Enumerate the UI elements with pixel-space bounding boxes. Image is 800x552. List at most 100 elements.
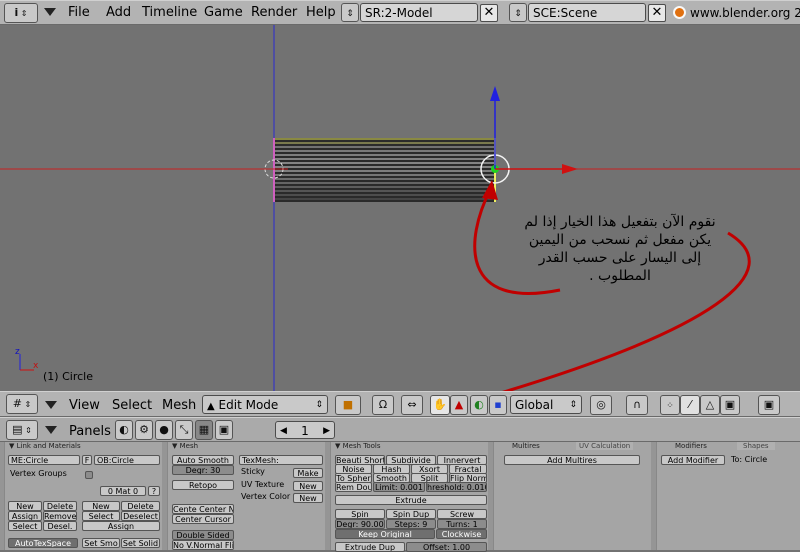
material-delete-button[interactable]: Delete [121, 501, 160, 511]
manipulator-toggle[interactable]: ✋ [430, 395, 450, 415]
extrude-button[interactable]: Extrude [335, 495, 487, 505]
autotexspace-button[interactable]: AutoTexSpace [8, 538, 78, 548]
vgroup-assign-button[interactable]: Assign [8, 511, 42, 521]
add-modifier-button[interactable]: Add Modifier [661, 455, 725, 465]
panel-tab-uv-calculation[interactable]: UV Calculation [576, 442, 634, 450]
occlude-button[interactable]: ▣ [720, 395, 740, 415]
menu-mesh[interactable]: Mesh [162, 398, 196, 413]
manipulator-z-arrow[interactable] [490, 86, 500, 101]
clockwise-toggle[interactable]: Clockwise [436, 529, 487, 539]
menu-game[interactable]: Game [204, 5, 243, 20]
menu-add[interactable]: Add [106, 5, 131, 20]
menu-timeline[interactable]: Timeline [142, 5, 197, 20]
spin-button[interactable]: Spin [335, 509, 385, 519]
layer-button[interactable]: ◎ [590, 395, 612, 415]
offset-field[interactable]: Offset: 1.00 [406, 542, 487, 552]
f-button[interactable]: F [82, 455, 92, 465]
material-assign-button[interactable]: Assign [82, 521, 160, 531]
add-multires-button[interactable]: Add Multires [504, 455, 640, 465]
mode-select[interactable]: ▲ Edit Mode ⇕ [202, 395, 328, 414]
snap-toggle[interactable]: ⇔ [401, 395, 423, 415]
scene-delete-button[interactable]: ✕ [648, 4, 666, 22]
auto-smooth-degree[interactable]: Degr: 30 [172, 465, 234, 475]
material-index-field[interactable]: 0 Mat 0 [100, 486, 146, 496]
keep-original-toggle[interactable]: Keep Original [335, 529, 435, 539]
material-deselect-button[interactable]: Deselect [121, 511, 160, 521]
scene-name-field[interactable]: SCE:Scene [528, 3, 646, 22]
menu-render[interactable]: Render [251, 5, 297, 20]
vertex-color-new-button[interactable]: New [293, 493, 323, 503]
decrement-icon[interactable]: ◀ [280, 422, 287, 438]
pivot-button[interactable]: Ω [372, 395, 394, 415]
vertex-select-button[interactable]: ⁘ [660, 395, 680, 415]
scale-toggle[interactable]: ▪ [489, 395, 507, 415]
sticky-make-button[interactable]: Make [293, 468, 323, 478]
scene-context-button[interactable]: ▣ [215, 420, 233, 440]
increment-icon[interactable]: ▶ [323, 422, 330, 438]
viewport-canvas[interactable] [0, 25, 800, 391]
vgroup-delete-button[interactable]: Delete [43, 501, 77, 511]
panel-tab-shapes[interactable]: Shapes [737, 442, 775, 450]
panel-title[interactable]: ▼ Mesh Tools [335, 442, 381, 450]
turns-field[interactable]: Turns: 1 [437, 519, 487, 529]
double-sided-toggle[interactable]: Double Sided [172, 530, 234, 540]
limit-field[interactable]: Limit: 0.001 [373, 482, 425, 492]
scene-browse-button[interactable]: ⇕ [509, 3, 527, 22]
extrude-dup-button[interactable]: Extrude Dup [335, 542, 405, 552]
degree-field[interactable]: Degr: 90.00 [335, 519, 385, 529]
vgroup-desel-button[interactable]: Desel. [43, 521, 77, 531]
steps-field[interactable]: Steps: 9 [386, 519, 436, 529]
texmesh-field[interactable]: TexMesh: [239, 455, 323, 465]
center-cursor-button[interactable]: Center Cursor [172, 514, 234, 524]
edge-select-button[interactable]: ⁄ [680, 395, 700, 415]
manipulator-x-arrow[interactable] [562, 164, 578, 174]
collapse-menu-icon[interactable] [45, 401, 57, 409]
menu-select[interactable]: Select [112, 398, 152, 413]
screw-button[interactable]: Screw [437, 509, 487, 519]
remove-doubles-button[interactable]: Rem Dou [335, 482, 372, 492]
screen-name-field[interactable]: SR:2-Model [360, 3, 478, 22]
no-vnormal-flip-toggle[interactable]: No V.Normal Fli [172, 540, 234, 550]
material-question-button[interactable]: ? [148, 486, 160, 496]
3d-viewport[interactable]: z x (1) Circle نقوم الآن بتفعيل هذا الخي… [0, 25, 800, 391]
vertex-group-toggle[interactable] [85, 471, 93, 479]
panel-title[interactable]: Modifiers [675, 442, 707, 450]
material-new-button[interactable]: New [82, 501, 120, 511]
menu-help[interactable]: Help [306, 5, 336, 20]
vgroup-remove-button[interactable]: Remove [43, 511, 77, 521]
spin-dup-button[interactable]: Spin Dup [386, 509, 436, 519]
ob-field[interactable]: OB:Circle [94, 455, 160, 465]
center-new-button[interactable]: Cente Center Ne [172, 504, 234, 514]
editing-context-button[interactable]: ▦ [195, 420, 213, 440]
screen-delete-button[interactable]: ✕ [480, 4, 498, 22]
me-field[interactable]: ME:Circle [8, 455, 80, 465]
logic-context-button[interactable]: ◐ [115, 420, 133, 440]
orientation-select[interactable]: Global ⇕ [510, 395, 582, 414]
panel-title[interactable]: ▼ Mesh [172, 442, 198, 450]
material-select-button[interactable]: Select [82, 511, 120, 521]
shading-context-button[interactable]: ● [155, 420, 173, 440]
proportional-button[interactable]: ∩ [626, 395, 648, 415]
object-context-button[interactable]: ⤡ [175, 420, 193, 440]
set-smooth-button[interactable]: Set Smo [82, 538, 120, 548]
panel-counter[interactable]: ◀ 1 ▶ [275, 421, 335, 439]
vgroup-new-button[interactable]: New [8, 501, 42, 511]
uv-texture-new-button[interactable]: New [293, 481, 323, 491]
editor-type-button[interactable]: # ⇕ [6, 394, 38, 414]
render-view-button[interactable]: ▣ [758, 395, 780, 415]
menu-view[interactable]: View [69, 398, 100, 413]
set-solid-button[interactable]: Set Solid [121, 538, 160, 548]
translate-toggle[interactable]: ▲ [450, 395, 468, 415]
vgroup-select-button[interactable]: Select [8, 521, 42, 531]
screen-browse-button[interactable]: ⇕ [341, 3, 359, 22]
auto-smooth-toggle[interactable]: Auto Smooth [172, 455, 234, 465]
script-context-button[interactable]: ⚙ [135, 420, 153, 440]
retopo-toggle[interactable]: Retopo [172, 480, 234, 490]
buttons-editor-type[interactable]: ▤ ⇕ [6, 420, 38, 440]
collapse-menu-icon[interactable] [44, 8, 56, 16]
window-type-button[interactable]: i ⇕ [4, 3, 38, 23]
face-select-button[interactable]: △ [700, 395, 720, 415]
panel-title[interactable]: Multires [512, 442, 540, 450]
panel-title[interactable]: ▼ Link and Materials [9, 442, 81, 450]
collapse-menu-icon[interactable] [45, 426, 57, 434]
